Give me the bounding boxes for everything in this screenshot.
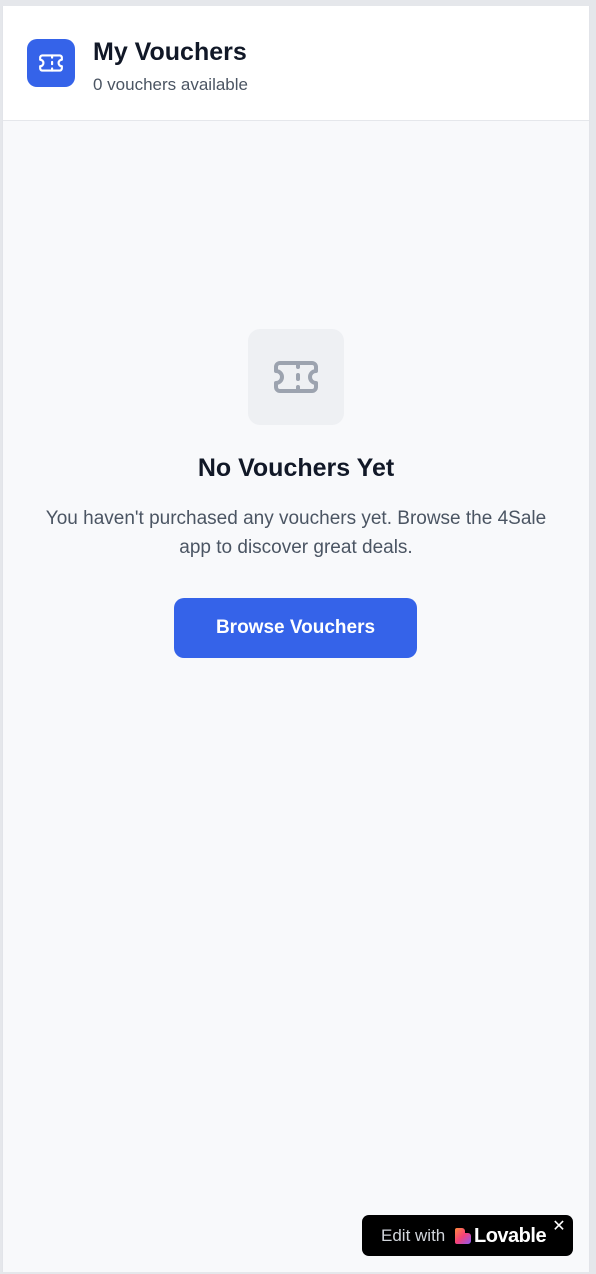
badge-brand-name: Lovable <box>474 1225 547 1247</box>
page-title: My Vouchers <box>93 38 247 66</box>
app-frame: My Vouchers 0 vouchers available No Vouc… <box>2 6 590 1272</box>
empty-ticket-icon <box>248 329 344 425</box>
empty-state-description: You haven't purchased any vouchers yet. … <box>45 508 547 558</box>
browse-vouchers-button[interactable]: Browse Vouchers <box>174 598 417 658</box>
badge-edit-text: Edit with <box>381 1226 446 1245</box>
empty-state-title: No Vouchers Yet <box>197 454 395 482</box>
edit-with-lovable-badge[interactable]: Edit with Lovable ✕ <box>362 1215 573 1256</box>
page-header: My Vouchers 0 vouchers available <box>3 6 589 121</box>
ticket-icon <box>27 39 75 87</box>
close-icon[interactable]: ✕ <box>551 1219 567 1235</box>
voucher-count: 0 vouchers available <box>93 75 248 94</box>
lovable-heart-icon <box>454 1227 472 1245</box>
